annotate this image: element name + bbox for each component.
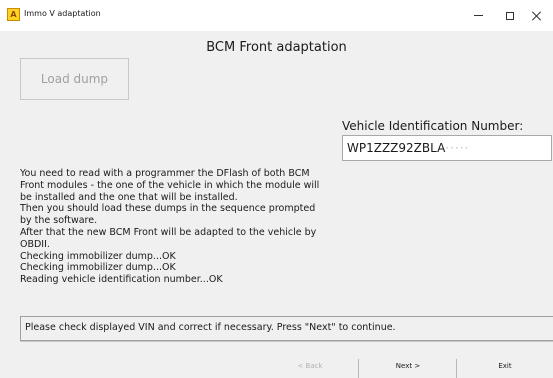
next-button[interactable]: Next > <box>360 355 456 378</box>
exit-button[interactable]: Exit <box>457 355 553 378</box>
info-line: You need to read with a programmer the D… <box>20 168 310 179</box>
info-line: OBDII. <box>20 238 50 250</box>
vin-obscured-portion: ····· <box>445 141 470 155</box>
maximize-icon <box>506 11 514 20</box>
minimize-icon <box>473 15 483 16</box>
vin-input[interactable]: WP1ZZZ92ZBLA····· <box>342 135 552 161</box>
button-separator <box>358 359 359 378</box>
immo-adaptation-window: A Immo V adaptation BCM Front adaptation… <box>0 0 553 378</box>
vin-label: Vehicle Identification Number: <box>342 119 524 133</box>
close-icon <box>532 11 542 21</box>
info-line: Checking immobilizer dump...OK <box>20 262 176 274</box>
info-line: Reading vehicle identification number...… <box>20 274 223 286</box>
close-button[interactable] <box>521 0 553 31</box>
load-dump-button[interactable]: Load dump <box>20 58 129 100</box>
page-title: BCM Front adaptation <box>206 40 347 55</box>
info-line: Checking immobilizer dump...OK <box>20 250 176 262</box>
status-message: Please check displayed VIN and correct i… <box>25 322 396 333</box>
info-line: Then you should load these dumps in the … <box>20 203 316 215</box>
info-line: by the software. <box>20 215 98 227</box>
minimize-button[interactable] <box>462 0 494 31</box>
status-panel: Please check displayed VIN and correct i… <box>20 316 553 341</box>
footer-button-bar: < Back Next > Exit <box>0 355 553 378</box>
info-log: You need to read with a programmer the D… <box>20 168 350 286</box>
title-bar[interactable]: A Immo V adaptation <box>0 0 553 31</box>
vin-value: WP1ZZZ92ZBLA <box>347 141 446 155</box>
info-line: be installed and the one that will be in… <box>20 191 238 203</box>
info-line: Front modules - the one of the vehicle i… <box>20 179 320 191</box>
app-icon: A <box>7 8 20 21</box>
divider <box>20 341 553 342</box>
info-line: After that the new BCM Front will be ada… <box>20 226 317 238</box>
back-button[interactable]: < Back <box>262 355 358 378</box>
window-title: Immo V adaptation <box>24 9 101 18</box>
